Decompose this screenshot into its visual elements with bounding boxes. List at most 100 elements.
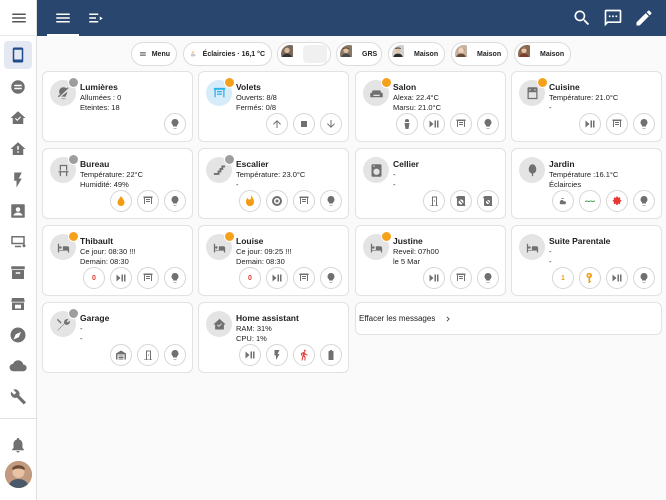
tab-history[interactable]: [80, 0, 112, 36]
arrow-up-icon: [273, 120, 281, 128]
play-pause-button[interactable]: [239, 344, 261, 366]
monitor-cog-icon: [11, 236, 26, 248]
sofa-icon: [369, 89, 383, 97]
battery-button[interactable]: [320, 344, 342, 366]
chip-weather[interactable]: Éclaircies · 16,1 °C: [183, 42, 272, 66]
notifications-button[interactable]: [4, 431, 32, 459]
sidebar-item-account-box[interactable]: [4, 197, 32, 225]
flash-button[interactable]: [266, 344, 288, 366]
spray-button[interactable]: [396, 113, 418, 135]
room-info-line-2: -: [549, 103, 552, 112]
room-card-thibault[interactable]: Thibault Ce jour: 08:30 !!! Demain: 08:30 0: [42, 225, 193, 296]
room-card-volets[interactable]: Volets Ouverts: 8/8 Fermés: 0/8: [198, 71, 349, 142]
status-badge: [68, 231, 79, 242]
room-icon: [50, 308, 79, 337]
sidebar-item-home-assistant[interactable]: [4, 104, 32, 132]
play-pause-button[interactable]: [579, 113, 601, 135]
garage-button[interactable]: [110, 344, 132, 366]
status-badge: [224, 154, 235, 165]
sidebar-item-archive[interactable]: [4, 259, 32, 287]
menu-button[interactable]: [0, 0, 37, 36]
room-card-escalier[interactable]: Escalier Température: 23.0°C -: [198, 148, 349, 219]
gear-button[interactable]: [606, 190, 628, 212]
sidebar-item-compass[interactable]: [4, 321, 32, 349]
fire-button[interactable]: [239, 190, 261, 212]
pool-button[interactable]: [579, 190, 601, 212]
play-pause-button[interactable]: [266, 267, 288, 289]
chip-person-maison-3[interactable]: Maison: [514, 42, 571, 66]
edit-dashboard-button[interactable]: [634, 8, 654, 28]
room-card-bureau[interactable]: Bureau Température: 22°C Humidité: 49%: [42, 148, 193, 219]
blinds-button[interactable]: [137, 267, 159, 289]
tab-home[interactable]: [47, 0, 79, 36]
chip-person[interactable]: [277, 42, 331, 66]
lightbulb-button[interactable]: [633, 113, 655, 135]
lightbulb-button[interactable]: [633, 190, 655, 212]
search-button[interactable]: [572, 8, 592, 28]
clear-messages-button[interactable]: Effacer les messages: [355, 302, 662, 335]
arrow-down-button[interactable]: [320, 113, 342, 135]
washing-off-button[interactable]: [450, 190, 472, 212]
sidebar-item-home-alert[interactable]: [4, 135, 32, 163]
assist-button[interactable]: [603, 8, 623, 28]
weather-button[interactable]: [552, 190, 574, 212]
water-button[interactable]: [110, 190, 132, 212]
chip-menu[interactable]: Menu: [131, 42, 177, 66]
sidebar-item-list[interactable]: [4, 73, 32, 101]
lightbulb-button[interactable]: [477, 267, 499, 289]
blinds-button[interactable]: [606, 113, 628, 135]
sidebar-item-cloud[interactable]: [4, 352, 32, 380]
chip-person-maison-2[interactable]: Maison: [451, 42, 508, 66]
chip-person-grs[interactable]: GRS: [336, 42, 382, 66]
sidebar-item-hacs-store[interactable]: [4, 290, 32, 318]
play-pause-button[interactable]: [110, 267, 132, 289]
blinds-button[interactable]: [293, 267, 315, 289]
door-button[interactable]: [137, 344, 159, 366]
lightbulb-button[interactable]: [320, 190, 342, 212]
bed-icon: [370, 243, 382, 252]
sidebar-item-monitor-cog[interactable]: [4, 228, 32, 256]
arrow-up-button[interactable]: [266, 113, 288, 135]
door-button[interactable]: [423, 190, 445, 212]
person-avatar: [455, 45, 473, 63]
sidebar-item-flash[interactable]: [4, 166, 32, 194]
sidebar-item-wrench[interactable]: [4, 383, 32, 411]
lightbulb-button[interactable]: [633, 267, 655, 289]
user-avatar[interactable]: [5, 461, 32, 488]
key-button[interactable]: [579, 267, 601, 289]
blinds-button[interactable]: [450, 113, 472, 135]
room-card-suite-parentale[interactable]: Suite Parentale - -1: [511, 225, 662, 296]
room-card-cuisine[interactable]: Cuisine Température: 21.0°C -: [511, 71, 662, 142]
room-card-garage[interactable]: Garage - -: [42, 302, 193, 373]
room-card-home-assistant[interactable]: Home assistant RAM: 31% CPU: 1%: [198, 302, 349, 373]
archive-icon: [11, 266, 25, 279]
run-button[interactable]: [293, 344, 315, 366]
blinds-button[interactable]: [293, 190, 315, 212]
room-card-jardin[interactable]: Jardin Température :16.1°C Éclaircies: [511, 148, 662, 219]
lightbulb-button[interactable]: [164, 344, 186, 366]
lightbulb-button[interactable]: [320, 267, 342, 289]
room-card-cellier[interactable]: Cellier - -: [355, 148, 506, 219]
room-card-louise[interactable]: Louise Ce jour: 09:25 !!! Demain: 08:30 0: [198, 225, 349, 296]
play-pause-button[interactable]: [423, 113, 445, 135]
lightbulb-button[interactable]: [164, 267, 186, 289]
room-card-salon[interactable]: Salon Alexa: 22.4°C Marsu: 21.0°C: [355, 71, 506, 142]
room-card-lumi-res[interactable]: Lumières Allumées : 0 Eteintes: 18: [42, 71, 193, 142]
chip-person-maison-1[interactable]: Maison: [388, 42, 445, 66]
lightbulb-button[interactable]: [477, 113, 499, 135]
play-pause-button[interactable]: [423, 267, 445, 289]
stop-button[interactable]: [293, 113, 315, 135]
play-pause-button[interactable]: [606, 267, 628, 289]
lightbulb-button[interactable]: [164, 113, 186, 135]
dryer-off-button[interactable]: [477, 190, 499, 212]
card-counter-button[interactable]: 0: [83, 267, 105, 289]
sidebar-item-tablet[interactable]: [4, 41, 32, 69]
card-counter-button[interactable]: 1: [552, 267, 574, 289]
card-counter-button[interactable]: 0: [239, 267, 261, 289]
lightbulb-button[interactable]: [164, 190, 186, 212]
lightbulb-icon: [484, 273, 492, 283]
robot-vacuum-button[interactable]: [266, 190, 288, 212]
blinds-button[interactable]: [137, 190, 159, 212]
blinds-button[interactable]: [450, 267, 472, 289]
room-card-justine[interactable]: Justine Reveil: 07h00 le 5 Mar: [355, 225, 506, 296]
